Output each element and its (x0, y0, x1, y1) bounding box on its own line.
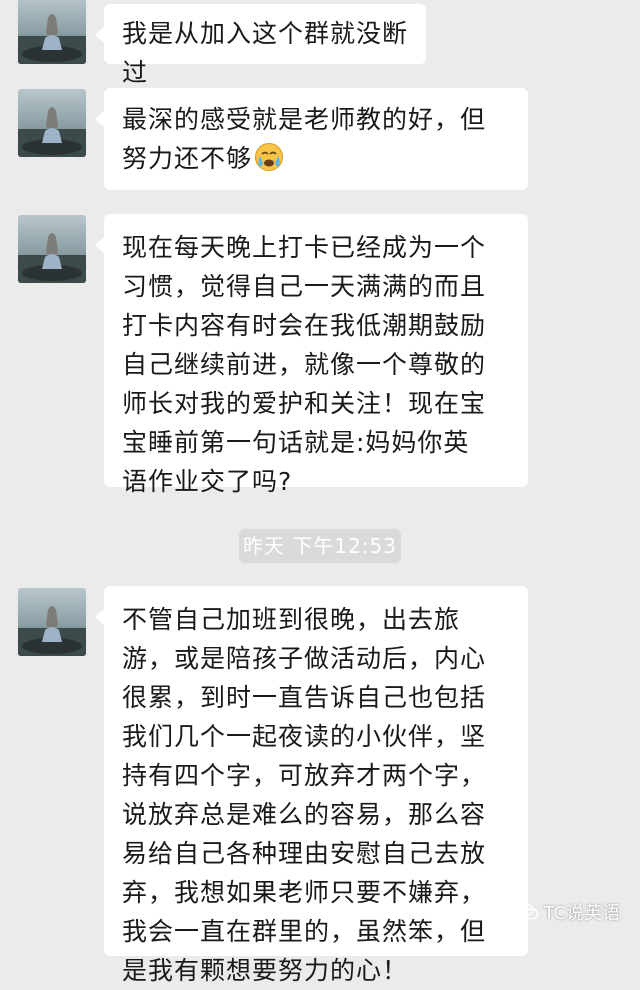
avatar[interactable] (18, 588, 86, 656)
message-line: 师长对我的爱护和关注！现在宝 (122, 389, 487, 418)
message-line: 打卡内容有时会在我低潮期鼓励 (122, 311, 487, 340)
message-line: 易给自己各种理由安慰自己去放 (122, 839, 487, 868)
message-line: 我会一直在群里的，虽然笨，但 (122, 917, 487, 946)
message-line: 是我有颗想要努力的心！ (122, 956, 409, 985)
message-bubble[interactable]: 最深的感受就是老师教的好，但 努力还不够 (95, 88, 528, 190)
message-line: 自己继续前进，就像一个尊敬的 (122, 350, 487, 379)
message-line: 语作业交了吗? (122, 467, 293, 496)
message-line: 不管自己加班到很晚，出去旅 (122, 605, 461, 634)
avatar[interactable] (18, 215, 86, 283)
message-bubble[interactable]: 不管自己加班到很晚，出去旅 游，或是陪孩子做活动后，内心 很累，到时一直告诉自己… (95, 586, 528, 985)
avatar[interactable] (18, 89, 86, 157)
wechat-icon (517, 903, 539, 921)
message-line: 现在每天晚上打卡已经成为一个 (122, 233, 487, 262)
message-line: 我们几个一起夜读的小伙伴，坚 (122, 722, 487, 751)
message-bubble[interactable]: 我是从加入这个群就没断过 (95, 4, 426, 87)
message-line: 努力还不够 (122, 139, 510, 178)
message-line: 游，或是陪孩子做活动后，内心 (122, 644, 487, 673)
crying-face-icon (254, 142, 284, 172)
message-line: 持有四个字，可放弃才两个字， (122, 761, 487, 790)
avatar[interactable] (18, 0, 86, 64)
watermark: TC说英语 (517, 899, 620, 925)
message-line: 很累，到时一直告诉自己也包括 (122, 683, 487, 712)
message-line: 我是从加入这个群就没断过 (122, 19, 409, 87)
message-line: 最深的感受就是老师教的好，但 (122, 105, 487, 134)
message-line: 弃，我想如果老师只要不嫌弃， (122, 878, 487, 907)
message-line: 习惯，觉得自己一天满满的而且 (122, 272, 487, 301)
message-line: 说放弃总是难么的容易，那么容 (122, 800, 487, 829)
message-line: 宝睡前第一句话就是:妈妈你英 (122, 428, 470, 457)
message-bubble[interactable]: 现在每天晚上打卡已经成为一个 习惯，觉得自己一天满满的而且 打卡内容有时会在我低… (95, 214, 528, 496)
timestamp-label: 昨天 下午12:53 (239, 529, 401, 563)
watermark-text: TC说英语 (543, 903, 620, 924)
